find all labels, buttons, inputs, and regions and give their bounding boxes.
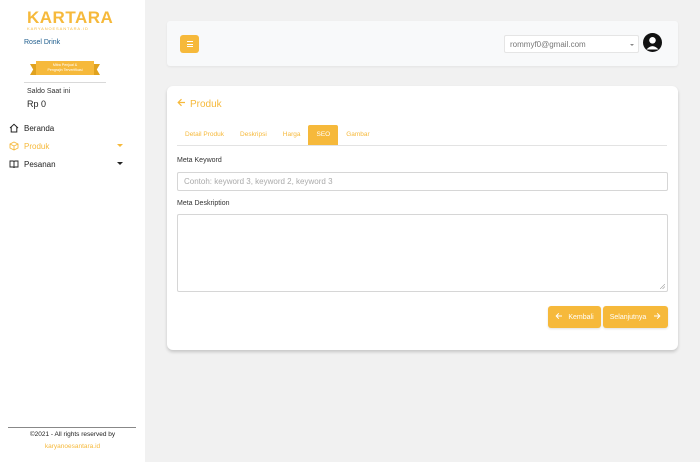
sidebar-item-label: Pesanan (24, 159, 56, 169)
logo-main-text: KARTARA (27, 8, 114, 27)
user-avatar-icon[interactable] (643, 33, 662, 52)
hamburger-icon (186, 41, 193, 47)
back-button[interactable]: Kembali (548, 306, 601, 328)
chevron-down-icon (117, 162, 123, 165)
select-caret-icon (630, 44, 634, 46)
user-account-select[interactable]: rommyf0@gmail.com (504, 35, 639, 53)
top-bar: rommyf0@gmail.com (167, 21, 678, 66)
resize-grip-icon[interactable] (660, 284, 665, 289)
next-button[interactable]: Selanjutnya (603, 306, 668, 328)
footer-copyright: ©2021 - All rights reserved by (29, 431, 116, 438)
back-button-label: Kembali (568, 313, 594, 321)
arrow-right-icon (653, 312, 661, 322)
badge-line-2: Pengrajin Terverifikasi (47, 68, 83, 72)
tab-seo[interactable]: SEO (308, 125, 339, 145)
footer-site-link[interactable]: karyanoesantara.id (0, 443, 145, 450)
menu-toggle-button[interactable] (180, 35, 199, 53)
user-email: rommyf0@gmail.com (510, 40, 586, 49)
sidebar: KARTARA KARYANOESANTARA.ID Rosel Drink M… (0, 0, 145, 462)
page-title: Produk (190, 98, 222, 110)
arrow-left-icon (555, 312, 563, 322)
box-icon (9, 141, 19, 151)
back-to-produk-link[interactable]: Produk (177, 98, 222, 110)
sidebar-item-label: Beranda (24, 123, 55, 133)
meta-keyword-input[interactable] (177, 172, 668, 191)
book-icon (9, 159, 19, 169)
arrow-left-icon (177, 98, 186, 110)
meta-description-textarea[interactable] (177, 214, 668, 292)
ribbon-body: Mitra Penjual & Pengrajin Terverifikasi (36, 61, 94, 75)
meta-keyword-label: Meta Keyword (177, 157, 222, 164)
next-button-label: Selanjutnya (609, 313, 647, 321)
meta-description-label: Meta Deskription (177, 200, 230, 207)
saldo-label: Saldo Saat ini (27, 88, 71, 95)
chevron-down-icon (117, 144, 123, 147)
meta-description-wrap (167, 214, 678, 292)
store-name: Rosel Drink (24, 39, 61, 46)
tab-detail-produk[interactable]: Detail Produk (177, 125, 232, 145)
home-icon (9, 123, 19, 133)
tab-gambar[interactable]: Gambar (338, 125, 377, 145)
product-tabs: Detail Produk Deskripsi Harga SEO Gambar (177, 125, 667, 146)
footer-divider (8, 427, 136, 428)
tab-harga[interactable]: Harga (275, 125, 309, 145)
sidebar-divider (24, 82, 106, 83)
verified-seller-badge: Mitra Penjual & Pengrajin Terverifikasi (30, 61, 100, 76)
tab-deskripsi[interactable]: Deskripsi (232, 125, 275, 145)
sidebar-item-pesanan[interactable]: Pesanan (9, 158, 123, 170)
saldo-value: Rp 0 (27, 99, 47, 109)
sidebar-item-label: Produk (24, 141, 50, 151)
product-form-card: Produk Detail Produk Deskripsi Harga SEO… (167, 86, 678, 350)
sidebar-item-beranda[interactable]: Beranda (9, 122, 123, 134)
sidebar-item-produk[interactable]: Produk (9, 140, 123, 152)
brand-logo[interactable]: KARTARA KARYANOESANTARA.ID (27, 9, 113, 31)
